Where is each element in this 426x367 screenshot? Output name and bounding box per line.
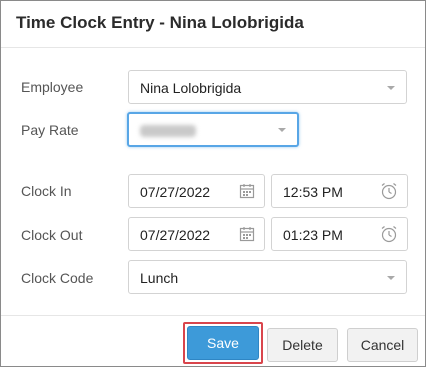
- time-clock-entry-dialog: Time Clock Entry - Nina Lolobrigida Empl…: [0, 0, 426, 367]
- clock-out-date-input[interactable]: 07/27/2022: [128, 217, 265, 251]
- employee-label: Employee: [21, 79, 84, 95]
- clock-out-label: Clock Out: [21, 227, 83, 243]
- dialog-header: Time Clock Entry - Nina Lolobrigida: [1, 1, 425, 48]
- pay-rate-value-redacted: [140, 125, 196, 137]
- calendar-icon[interactable]: [239, 183, 255, 199]
- clock-code-select[interactable]: Lunch: [128, 260, 407, 294]
- clock-in-date-value: 07/27/2022: [140, 184, 211, 200]
- clock-in-time-input[interactable]: 12:53 PM: [271, 174, 408, 208]
- employee-select[interactable]: Nina Lolobrigida: [128, 70, 407, 104]
- clock-out-time-input[interactable]: 01:23 PM: [271, 217, 408, 251]
- footer-divider: [1, 315, 425, 316]
- clock-in-time-value: 12:53 PM: [283, 184, 343, 200]
- clock-in-date-input[interactable]: 07/27/2022: [128, 174, 265, 208]
- chevron-down-icon: [387, 276, 395, 280]
- calendar-icon[interactable]: [239, 226, 255, 242]
- clock-code-label: Clock Code: [21, 270, 94, 286]
- save-button[interactable]: Save: [187, 326, 259, 360]
- employee-value: Nina Lolobrigida: [140, 80, 242, 96]
- clock-code-value: Lunch: [140, 270, 179, 286]
- clock-icon[interactable]: [380, 225, 398, 243]
- clock-in-label: Clock In: [21, 183, 72, 199]
- clock-out-time-value: 01:23 PM: [283, 227, 343, 243]
- pay-rate-label: Pay Rate: [21, 122, 79, 138]
- pay-rate-select[interactable]: [127, 112, 299, 147]
- delete-button[interactable]: Delete: [267, 328, 338, 362]
- chevron-down-icon: [387, 86, 395, 90]
- clock-icon[interactable]: [380, 182, 398, 200]
- dialog-title: Time Clock Entry - Nina Lolobrigida: [16, 13, 304, 32]
- clock-out-date-value: 07/27/2022: [140, 227, 211, 243]
- chevron-down-icon: [278, 128, 286, 132]
- cancel-button[interactable]: Cancel: [347, 328, 418, 362]
